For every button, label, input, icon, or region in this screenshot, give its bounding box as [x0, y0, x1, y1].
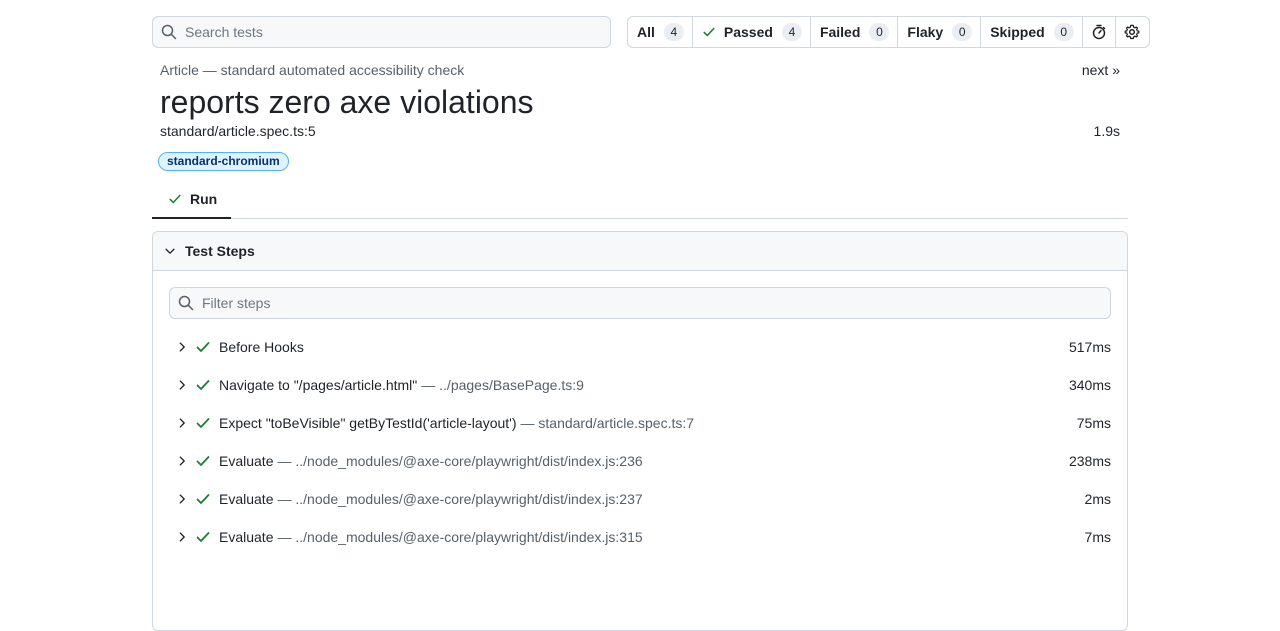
step-time: 75ms: [1076, 415, 1111, 431]
step-source: — ../node_modules/@axe-core/playwright/d…: [277, 453, 643, 469]
search-box[interactable]: [152, 16, 611, 48]
step-name: Navigate to "/pages/article.html": [219, 377, 418, 393]
filter-all-count: 4: [663, 23, 684, 41]
filter-passed[interactable]: Passed 4: [693, 17, 811, 47]
breadcrumb: Article — standard automated accessibili…: [160, 62, 465, 78]
filter-skipped-label: Skipped: [990, 24, 1045, 40]
step-time: 2ms: [1084, 491, 1111, 507]
settings-button[interactable]: [1116, 17, 1149, 47]
filter-all[interactable]: All 4: [628, 17, 693, 47]
check-icon: [195, 415, 219, 431]
filter-flaky-label: Flaky: [907, 24, 944, 40]
filter-flaky[interactable]: Flaky 0: [898, 17, 982, 47]
next-link[interactable]: next »: [1082, 62, 1120, 78]
search-input[interactable]: [185, 24, 585, 40]
step-list: Before Hooks 517ms Navigate to "/pages/a…: [169, 328, 1111, 556]
page-title: reports zero axe violations: [160, 84, 534, 120]
step-time: 7ms: [1084, 529, 1111, 545]
filter-failed[interactable]: Failed 0: [811, 17, 899, 47]
filter-passed-label: Passed: [723, 24, 773, 40]
check-icon: [195, 453, 219, 469]
step-name: Evaluate: [219, 529, 274, 545]
filter-steps-input[interactable]: [202, 295, 1082, 311]
filter-skipped[interactable]: Skipped 0: [981, 17, 1083, 47]
chevron-right-icon: [169, 454, 195, 468]
tab-run[interactable]: Run: [152, 180, 231, 219]
check-icon: [168, 192, 182, 206]
filter-passed-count: 4: [781, 23, 802, 41]
speedboard-button[interactable]: [1083, 17, 1116, 47]
test-steps-panel: Test Steps Before Hooks 517ms Navigate t…: [152, 231, 1128, 631]
chevron-right-icon: [169, 340, 195, 354]
chevron-right-icon: [169, 530, 195, 544]
step-time: 517ms: [1068, 339, 1111, 355]
step-row[interactable]: Evaluate — ../node_modules/@axe-core/pla…: [169, 518, 1111, 556]
step-filter-box[interactable]: [169, 287, 1111, 319]
step-time: 340ms: [1068, 377, 1111, 393]
step-row[interactable]: Evaluate — ../node_modules/@axe-core/pla…: [169, 442, 1111, 480]
chevron-right-icon: [169, 416, 195, 430]
check-icon: [195, 529, 219, 545]
step-name: Expect "toBeVisible" getByTestId('articl…: [219, 415, 517, 431]
result-tabs: Run: [152, 180, 1128, 219]
filter-failed-count: 0: [869, 23, 890, 41]
step-row[interactable]: Expect "toBeVisible" getByTestId('articl…: [169, 404, 1111, 442]
step-source: — standard/article.spec.ts:7: [520, 415, 695, 431]
filter-skipped-count: 0: [1053, 23, 1074, 41]
step-time: 238ms: [1068, 453, 1111, 469]
project-badge[interactable]: standard-chromium: [158, 152, 289, 171]
step-source: — ../node_modules/@axe-core/playwright/d…: [277, 529, 643, 545]
test-location: standard/article.spec.ts:5: [160, 123, 316, 139]
check-icon: [702, 25, 716, 39]
step-name: Evaluate: [219, 491, 274, 507]
step-row[interactable]: Evaluate — ../node_modules/@axe-core/pla…: [169, 480, 1111, 518]
filter-all-label: All: [637, 24, 655, 40]
filter-failed-label: Failed: [819, 24, 861, 40]
stopwatch-icon: [1091, 24, 1107, 40]
search-icon: [170, 295, 202, 311]
chevron-down-icon: [163, 244, 177, 258]
test-duration: 1.9s: [1093, 123, 1120, 139]
chevron-right-icon: [169, 378, 195, 392]
step-name: Evaluate: [219, 453, 274, 469]
test-steps-title: Test Steps: [185, 243, 255, 259]
step-source: — ../node_modules/@axe-core/playwright/d…: [277, 491, 643, 507]
step-row[interactable]: Before Hooks 517ms: [169, 328, 1111, 366]
check-icon: [195, 491, 219, 507]
toolbar: All 4 Passed 4 Failed 0 Flaky 0 Skipped …: [152, 16, 1150, 48]
step-name: Before Hooks: [219, 339, 304, 355]
chevron-right-icon: [169, 492, 195, 506]
filter-flaky-count: 0: [952, 23, 973, 41]
step-source: — ../pages/BasePage.ts:9: [421, 377, 584, 393]
gear-icon: [1124, 24, 1140, 40]
step-row[interactable]: Navigate to "/pages/article.html" — ../p…: [169, 366, 1111, 404]
check-icon: [195, 339, 219, 355]
status-filters: All 4 Passed 4 Failed 0 Flaky 0 Skipped …: [627, 16, 1150, 48]
test-steps-header[interactable]: Test Steps: [153, 232, 1127, 271]
check-icon: [195, 377, 219, 393]
tab-run-label: Run: [190, 190, 218, 207]
search-icon: [153, 24, 185, 40]
